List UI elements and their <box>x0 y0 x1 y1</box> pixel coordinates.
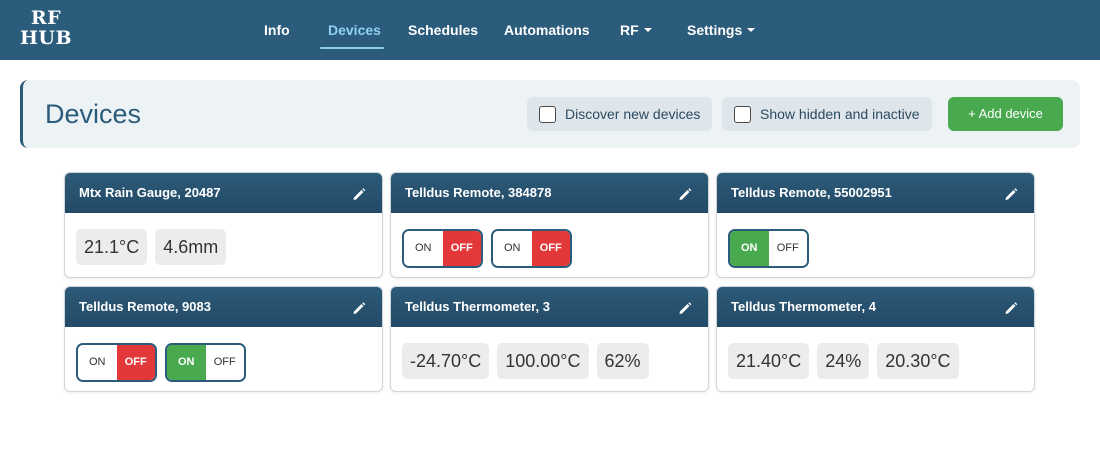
show-hidden-checkbox[interactable] <box>734 106 751 123</box>
device-name: Telldus Remote, 9083 <box>79 299 211 314</box>
switch-on-option[interactable]: ON <box>78 345 117 380</box>
on-off-switch[interactable]: ON OFF <box>728 229 809 268</box>
show-hidden-toggle[interactable]: Show hidden and inactive <box>722 97 932 131</box>
reading-humidity: 24% <box>817 343 870 379</box>
nav-rf-label: RF <box>620 22 639 38</box>
device-name: Mtx Rain Gauge, 20487 <box>79 185 221 200</box>
pencil-icon[interactable] <box>1004 301 1018 315</box>
switch-on-option[interactable]: ON <box>730 231 769 266</box>
device-card-header: Telldus Thermometer, 4 <box>717 287 1034 327</box>
switch-on-option[interactable]: ON <box>404 231 443 266</box>
device-card: Telldus Thermometer, 4 21.40°C 24% 20.30… <box>716 286 1035 392</box>
reading-temperature: 100.00°C <box>497 343 589 379</box>
rf-hub-logo[interactable]: RF HUB <box>18 8 74 48</box>
reading-temperature: 20.30°C <box>877 343 959 379</box>
switch-off-option[interactable]: OFF <box>205 345 244 380</box>
reading-temperature: -24.70°C <box>402 343 490 379</box>
nav-info[interactable]: Info <box>264 21 290 41</box>
logo-line-2: HUB <box>19 27 73 49</box>
device-name: Telldus Remote, 384878 <box>405 185 552 200</box>
device-card-header: Telldus Remote, 55002951 <box>717 173 1034 213</box>
device-card: Telldus Remote, 9083 ON OFF ON OFF <box>64 286 383 392</box>
switch-off-option[interactable]: OFF <box>116 345 155 380</box>
show-hidden-label: Show hidden and inactive <box>760 106 920 122</box>
device-name: Telldus Remote, 55002951 <box>731 185 892 200</box>
device-card-header: Mtx Rain Gauge, 20487 <box>65 173 382 213</box>
top-navbar: RF HUB Info Devices Schedules Automation… <box>0 0 1100 60</box>
reading-humidity: 62% <box>596 343 649 379</box>
on-off-switch[interactable]: ON OFF <box>402 229 483 268</box>
switch-off-option[interactable]: OFF <box>768 231 807 266</box>
discover-devices-toggle[interactable]: Discover new devices <box>527 97 713 131</box>
device-card-header: Telldus Thermometer, 3 <box>391 287 708 327</box>
pencil-icon[interactable] <box>678 301 692 315</box>
device-card: Telldus Thermometer, 3 -24.70°C 100.00°C… <box>390 286 709 392</box>
nav-schedules[interactable]: Schedules <box>408 21 478 41</box>
pencil-icon[interactable] <box>352 301 366 315</box>
switch-off-option[interactable]: OFF <box>442 231 481 266</box>
page-title: Devices <box>45 99 142 129</box>
nav-settings-label: Settings <box>687 22 743 38</box>
switch-on-option[interactable]: ON <box>167 345 206 380</box>
discover-label: Discover new devices <box>565 106 701 122</box>
pencil-icon[interactable] <box>678 187 692 201</box>
device-card-body: ON OFF <box>728 229 809 268</box>
nav-devices[interactable]: Devices <box>328 21 381 41</box>
device-name: Telldus Thermometer, 4 <box>731 299 876 314</box>
device-card-body: ON OFF ON OFF <box>402 229 572 268</box>
devices-header-panel: Devices Discover new devices Show hidden… <box>20 80 1080 148</box>
pencil-icon[interactable] <box>1004 187 1018 201</box>
device-name: Telldus Thermometer, 3 <box>405 299 550 314</box>
device-card: Telldus Remote, 384878 ON OFF ON OFF <box>390 172 709 278</box>
device-card-body: 21.40°C 24% 20.30°C <box>728 343 959 379</box>
add-device-button[interactable]: + Add device <box>948 97 1063 131</box>
device-card-body: ON OFF ON OFF <box>76 343 246 382</box>
switch-on-option[interactable]: ON <box>493 231 532 266</box>
reading-temperature: 21.40°C <box>728 343 810 379</box>
device-card-header: Telldus Remote, 9083 <box>65 287 382 327</box>
reading-rain: 4.6mm <box>155 229 227 265</box>
on-off-switch[interactable]: ON OFF <box>165 343 246 382</box>
device-card: Mtx Rain Gauge, 20487 21.1°C 4.6mm <box>64 172 383 278</box>
pencil-icon[interactable] <box>352 187 366 201</box>
switch-off-option[interactable]: OFF <box>531 231 570 266</box>
nav-active-indicator <box>320 47 384 49</box>
logo-line-1: RF <box>30 7 62 29</box>
on-off-switch[interactable]: ON OFF <box>76 343 157 382</box>
caret-down-icon <box>643 28 652 33</box>
nav-rf-dropdown[interactable]: RF <box>620 21 652 41</box>
nav-settings-dropdown[interactable]: Settings <box>687 21 756 41</box>
device-card-body: -24.70°C 100.00°C 62% <box>402 343 649 379</box>
device-card-body: 21.1°C 4.6mm <box>76 229 227 265</box>
nav-automations[interactable]: Automations <box>504 21 590 41</box>
discover-checkbox[interactable] <box>539 106 556 123</box>
reading-temperature: 21.1°C <box>76 229 148 265</box>
caret-down-icon <box>747 28 756 33</box>
on-off-switch[interactable]: ON OFF <box>491 229 572 268</box>
device-card-header: Telldus Remote, 384878 <box>391 173 708 213</box>
device-card: Telldus Remote, 55002951 ON OFF <box>716 172 1035 278</box>
